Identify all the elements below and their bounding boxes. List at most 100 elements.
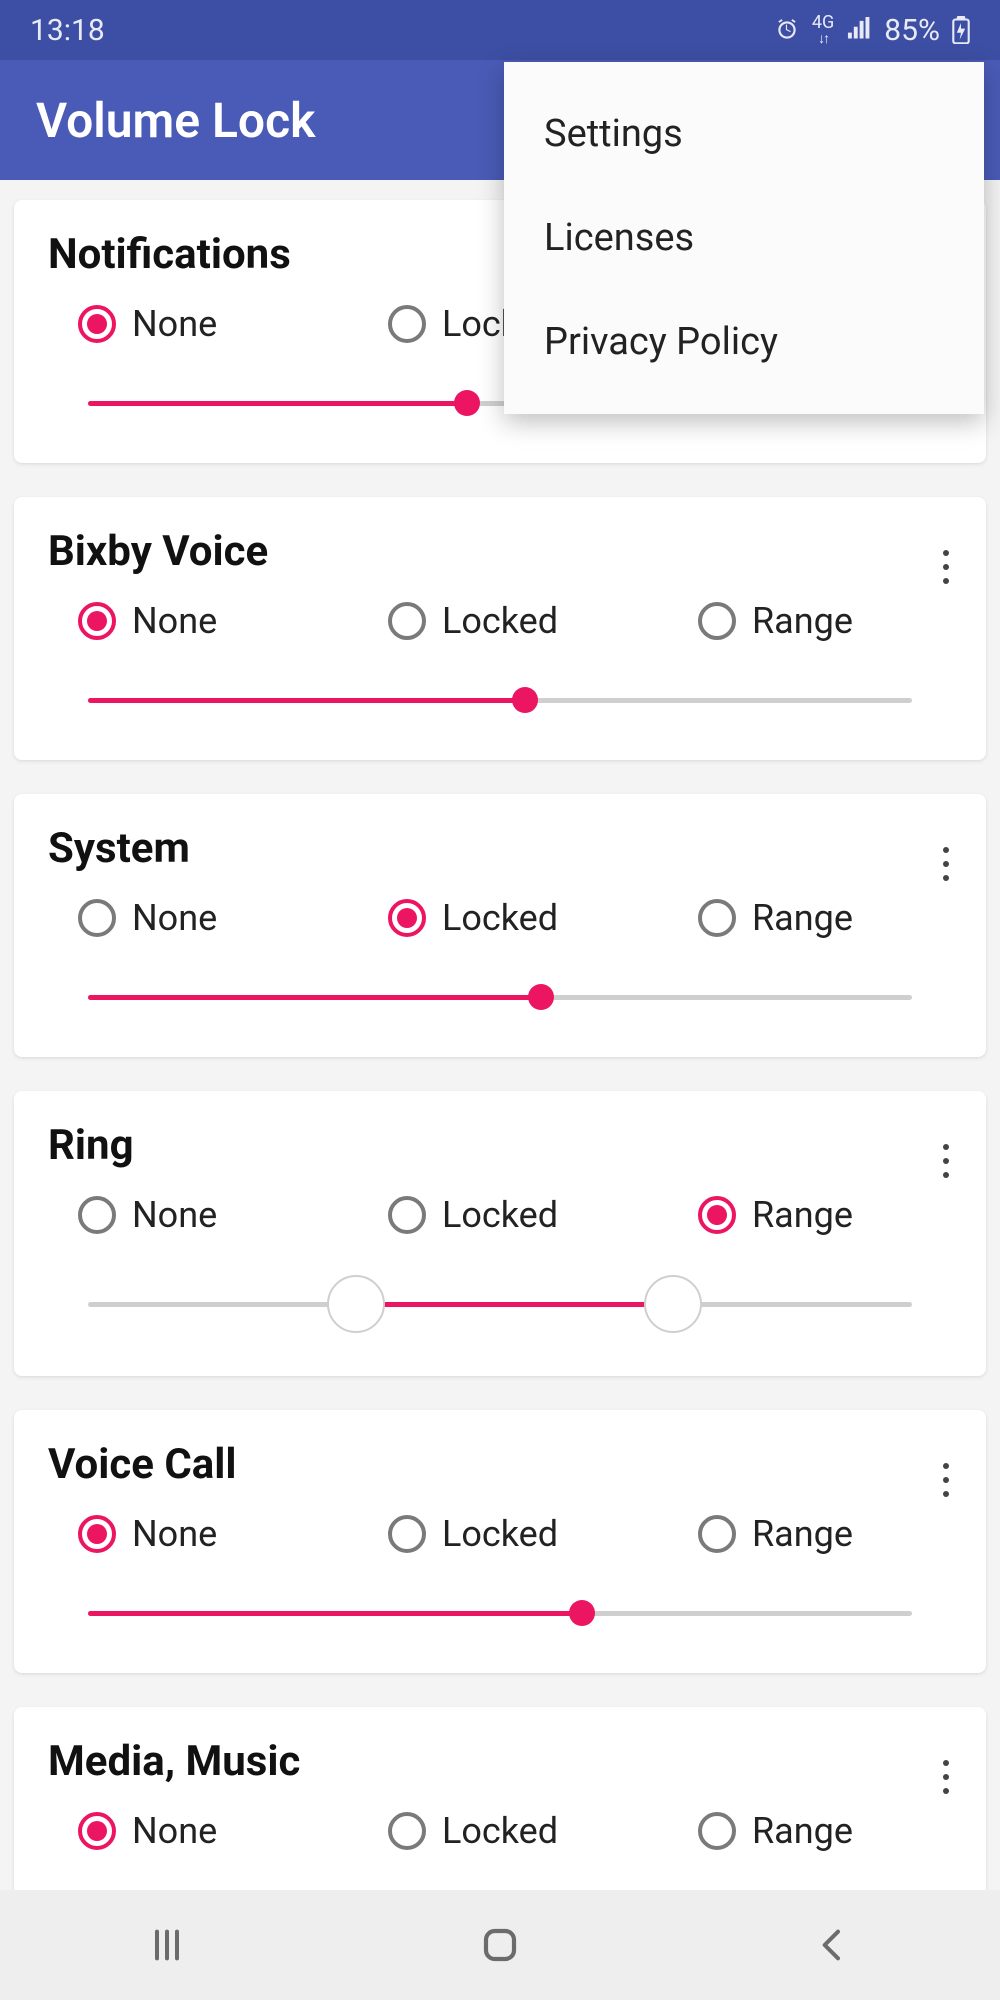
radio-group: None Locked Range [48, 897, 952, 939]
radio-icon [388, 1812, 426, 1850]
radio-range[interactable]: Range [698, 1513, 853, 1555]
radio-icon [78, 1812, 116, 1850]
radio-group: None Locked Range [48, 1810, 952, 1852]
card-ring: Ring None Locked Range [14, 1091, 986, 1376]
content-scroll[interactable]: Notifications None Locked Range [0, 180, 1000, 1890]
overflow-menu: Settings Licenses Privacy Policy [504, 62, 984, 414]
overflow-button[interactable] [926, 1137, 966, 1185]
radio-label: None [132, 1513, 217, 1555]
radio-icon [698, 602, 736, 640]
radio-locked[interactable]: Locked [388, 1194, 698, 1236]
card-title: System [48, 824, 952, 873]
radio-label: Range [752, 1194, 853, 1236]
radio-none[interactable]: None [78, 600, 388, 642]
app-title: Volume Lock [36, 92, 315, 149]
slider-thumb[interactable] [528, 984, 554, 1010]
slider-fill [88, 401, 467, 406]
overflow-button[interactable] [926, 1753, 966, 1801]
radio-icon [388, 1196, 426, 1234]
radio-range[interactable]: Range [698, 600, 853, 642]
radio-icon [698, 1812, 736, 1850]
card-bixby-voice: Bixby Voice None Locked Range [14, 497, 986, 760]
volume-slider[interactable] [88, 676, 912, 724]
slider-thumb[interactable] [569, 1600, 595, 1626]
slider-fill [88, 1611, 582, 1616]
radio-label: None [132, 897, 217, 939]
overflow-button[interactable] [926, 543, 966, 591]
radio-none[interactable]: None [78, 1513, 388, 1555]
radio-label: Locked [442, 1194, 558, 1236]
range-thumb-high[interactable] [644, 1275, 702, 1333]
system-nav-bar [0, 1890, 1000, 2000]
menu-settings[interactable]: Settings [504, 82, 984, 186]
card-voice-call: Voice Call None Locked Range [14, 1410, 986, 1673]
volume-slider[interactable] [88, 973, 912, 1021]
radio-label: None [132, 600, 217, 642]
radio-icon [78, 1515, 116, 1553]
menu-privacy-policy[interactable]: Privacy Policy [504, 290, 984, 394]
more-vert-icon [943, 1144, 949, 1178]
radio-label: Range [752, 1810, 853, 1852]
overflow-button[interactable] [926, 1456, 966, 1504]
radio-range[interactable]: Range [698, 1194, 853, 1236]
radio-locked[interactable]: Locked [388, 1513, 698, 1555]
range-fill [356, 1302, 673, 1307]
network-4g-icon: 4G ↓↑ [812, 14, 834, 46]
radio-label: Range [752, 600, 853, 642]
radio-none[interactable]: None [78, 897, 388, 939]
radio-label: None [132, 1810, 217, 1852]
radio-none[interactable]: None [78, 1810, 388, 1852]
radio-group: None Locked Range [48, 1513, 952, 1555]
more-vert-icon [943, 1463, 949, 1497]
radio-icon [698, 1515, 736, 1553]
radio-none[interactable]: None [78, 303, 388, 345]
card-media-music: Media, Music None Locked Range [14, 1707, 986, 1890]
radio-icon [388, 1515, 426, 1553]
radio-group: None Locked Range [48, 1194, 952, 1236]
alarm-icon [774, 17, 800, 43]
radio-none[interactable]: None [78, 1194, 388, 1236]
radio-icon [388, 899, 426, 937]
radio-label: None [132, 1194, 217, 1236]
battery-percent: 85% [884, 13, 940, 48]
more-vert-icon [943, 847, 949, 881]
volume-slider[interactable] [88, 1589, 912, 1637]
card-title: Voice Call [48, 1440, 952, 1489]
slider-fill [88, 698, 525, 703]
card-title: Media, Music [48, 1737, 952, 1786]
volume-slider[interactable] [88, 1886, 912, 1890]
home-button[interactable] [440, 1915, 560, 1975]
back-button[interactable] [773, 1915, 893, 1975]
radio-locked[interactable]: Locked [388, 1810, 698, 1852]
recents-button[interactable] [107, 1915, 227, 1975]
card-title: Ring [48, 1121, 952, 1170]
radio-label: Range [752, 897, 853, 939]
radio-range[interactable]: Range [698, 897, 853, 939]
range-slider[interactable] [68, 1270, 932, 1340]
radio-label: Locked [442, 600, 558, 642]
slider-thumb[interactable] [512, 687, 538, 713]
radio-range[interactable]: Range [698, 1810, 853, 1852]
radio-icon [698, 899, 736, 937]
radio-icon [388, 602, 426, 640]
radio-icon [388, 305, 426, 343]
radio-label: Locked [442, 1810, 558, 1852]
range-thumb-low[interactable] [327, 1275, 385, 1333]
radio-icon [698, 1196, 736, 1234]
card-system: System None Locked Range [14, 794, 986, 1057]
radio-locked[interactable]: Locked [388, 897, 698, 939]
more-vert-icon [943, 550, 949, 584]
status-time: 13:18 [30, 13, 105, 48]
radio-group: None Locked Range [48, 600, 952, 642]
slider-thumb[interactable] [454, 390, 480, 416]
menu-licenses[interactable]: Licenses [504, 186, 984, 290]
overflow-button[interactable] [926, 840, 966, 888]
radio-label: None [132, 303, 217, 345]
radio-locked[interactable]: Locked [388, 600, 698, 642]
more-vert-icon [943, 1760, 949, 1794]
radio-icon [78, 1196, 116, 1234]
card-title: Bixby Voice [48, 527, 952, 576]
battery-charging-icon [952, 16, 970, 44]
slider-fill [88, 995, 541, 1000]
radio-icon [78, 305, 116, 343]
